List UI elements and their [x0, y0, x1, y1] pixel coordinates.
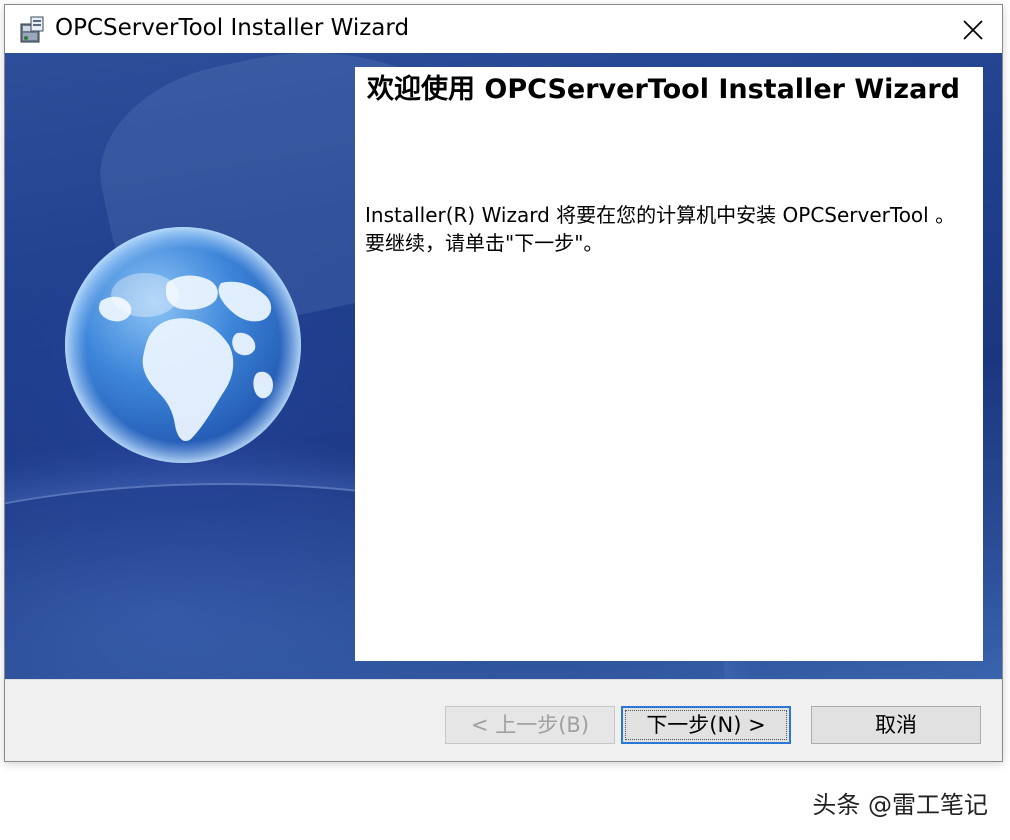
welcome-panel: 欢迎使用 OPCServerTool Installer Wizard Inst… [355, 67, 983, 661]
screenshot-page: OPCServerTool Installer Wizard 欢迎使用 OPCS… [0, 0, 1010, 840]
next-button[interactable]: 下一步(N) > [621, 706, 791, 744]
wizard-banner: 欢迎使用 OPCServerTool Installer Wizard Inst… [5, 53, 1002, 679]
welcome-title: 欢迎使用 OPCServerTool Installer Wizard [367, 74, 960, 105]
welcome-description: Installer(R) Wizard 将要在您的计算机中安装 OPCServe… [365, 203, 956, 255]
title-bar[interactable]: OPCServerTool Installer Wizard [5, 5, 1002, 53]
close-icon[interactable] [958, 15, 988, 45]
watermark-text: 头条 @雷工笔记 [812, 791, 988, 819]
back-button[interactable]: < 上一步(B) [445, 706, 615, 744]
globe-icon [61, 223, 305, 467]
installer-window: OPCServerTool Installer Wizard 欢迎使用 OPCS… [4, 4, 1003, 762]
cancel-button[interactable]: 取消 [811, 706, 981, 744]
installer-icon [15, 14, 47, 46]
button-bar: < 上一步(B) 下一步(N) > 取消 [5, 679, 1002, 761]
window-title: OPCServerTool Installer Wizard [55, 15, 410, 41]
